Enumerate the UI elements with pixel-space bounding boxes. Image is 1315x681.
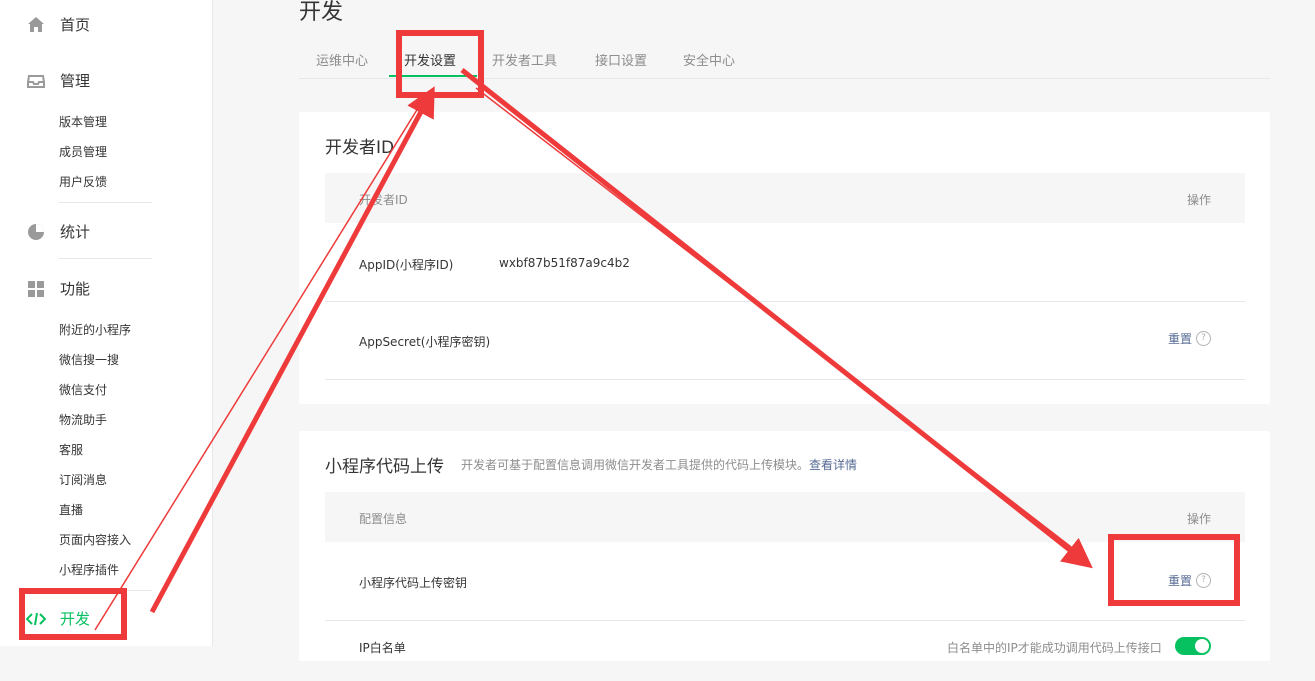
tab-api-settings[interactable]: 接口设置: [595, 50, 647, 69]
sidebar-item-develop[interactable]: 开发: [25, 608, 91, 629]
reset-secret-button[interactable]: 重置 ?: [1168, 330, 1211, 347]
sidebar-subitem-content[interactable]: 页面内容接入: [59, 531, 131, 548]
sidebar-subitem-live[interactable]: 直播: [59, 501, 83, 518]
card-title: 小程序代码上传: [325, 457, 444, 477]
sidebar-item-features[interactable]: 功能: [26, 278, 90, 299]
table-row: AppID(小程序ID) wxbf87b51f87a9c4b2: [325, 223, 1245, 302]
table-header: 配置信息 操作: [325, 492, 1245, 542]
ip-whitelist-toggle[interactable]: [1175, 637, 1211, 655]
sidebar-item-stats[interactable]: 统计: [26, 221, 90, 242]
tab-bar: 运维中心 开发设置 开发者工具 接口设置 安全中心: [299, 40, 1270, 79]
grid-icon: [26, 279, 46, 299]
table-row: 小程序代码上传密钥 重置 ?: [325, 542, 1245, 621]
pie-chart-icon: [26, 222, 46, 242]
page-title: 开发: [299, 0, 344, 25]
table-row: IP白名单 白名单中的IP才能成功调用代码上传接口: [325, 621, 1245, 681]
sidebar-divider: [59, 590, 152, 591]
sidebar-divider: [59, 202, 152, 203]
tab-dev-settings[interactable]: 开发设置: [404, 50, 456, 69]
sidebar-subitem-feedback[interactable]: 用户反馈: [59, 173, 107, 190]
row-name: IP白名单: [359, 641, 406, 655]
sidebar-item-label: 功能: [60, 280, 91, 298]
column-header: 操作: [1186, 512, 1211, 526]
table-row: AppSecret(小程序密钥) 重置 ?: [325, 302, 1245, 380]
reset-label: 重置: [1167, 332, 1192, 346]
card-title: 开发者ID: [325, 138, 395, 158]
appid-value: wxbf87b51f87a9c4b2: [499, 256, 630, 270]
whitelist-hint: 白名单中的IP才能成功调用代码上传接口: [947, 641, 1162, 655]
sidebar-subitem-subscribe[interactable]: 订阅消息: [59, 471, 107, 488]
row-name: 小程序代码上传密钥: [359, 576, 468, 590]
dev-id-card: 开发者ID 开发者ID 操作 AppID(小程序ID) wxbf87b51f87…: [299, 112, 1270, 404]
help-icon[interactable]: ?: [1196, 573, 1211, 588]
sidebar-subitem-version[interactable]: 版本管理: [59, 113, 107, 130]
sidebar-subitem-nearby[interactable]: 附近的小程序: [59, 321, 131, 338]
view-details-link[interactable]: 查看详情: [809, 458, 857, 472]
sidebar-item-label: 统计: [60, 223, 91, 241]
sidebar-divider: [59, 258, 152, 259]
inbox-icon: [26, 71, 46, 91]
row-name: AppSecret(小程序密钥): [359, 335, 491, 349]
card-description: 开发者可基于配置信息调用微信开发者工具提供的代码上传模块。查看详情: [461, 456, 857, 473]
sidebar: 首页 管理 版本管理 成员管理 用户反馈 统计 功能 附近的小程序 微信搜一搜 …: [0, 0, 213, 646]
sidebar-subitem-members[interactable]: 成员管理: [59, 143, 107, 160]
sidebar-item-label: 首页: [60, 16, 91, 34]
sidebar-subitem-search[interactable]: 微信搜一搜: [59, 351, 119, 368]
sidebar-item-home[interactable]: 首页: [26, 14, 90, 35]
table-header: 开发者ID 操作: [325, 173, 1245, 223]
description-text: 开发者可基于配置信息调用微信开发者工具提供的代码上传模块。: [461, 458, 810, 472]
sidebar-subitem-plugin[interactable]: 小程序插件: [59, 561, 119, 578]
sidebar-item-label: 管理: [60, 72, 91, 90]
sidebar-item-manage[interactable]: 管理: [26, 70, 90, 91]
tab-dev-tools[interactable]: 开发者工具: [492, 50, 557, 69]
sidebar-item-label: 开发: [60, 610, 91, 628]
row-name: AppID(小程序ID): [359, 258, 454, 272]
help-icon[interactable]: ?: [1196, 331, 1211, 346]
tab-security-center[interactable]: 安全中心: [683, 50, 735, 69]
reset-upload-key-button[interactable]: 重置 ?: [1168, 572, 1211, 589]
sidebar-subitem-service[interactable]: 客服: [59, 441, 83, 458]
sidebar-subitem-pay[interactable]: 微信支付: [59, 381, 107, 398]
column-header: 开发者ID: [359, 193, 408, 207]
sidebar-subitem-logistics[interactable]: 物流助手: [59, 411, 107, 428]
code-upload-card: 小程序代码上传 开发者可基于配置信息调用微信开发者工具提供的代码上传模块。查看详…: [299, 431, 1270, 661]
column-header: 操作: [1186, 193, 1211, 207]
home-icon: [26, 15, 46, 35]
code-icon: [25, 609, 47, 629]
column-header: 配置信息: [359, 512, 408, 526]
active-tab-indicator: [389, 75, 477, 77]
tab-ops-center[interactable]: 运维中心: [316, 50, 368, 69]
reset-label: 重置: [1167, 574, 1192, 588]
